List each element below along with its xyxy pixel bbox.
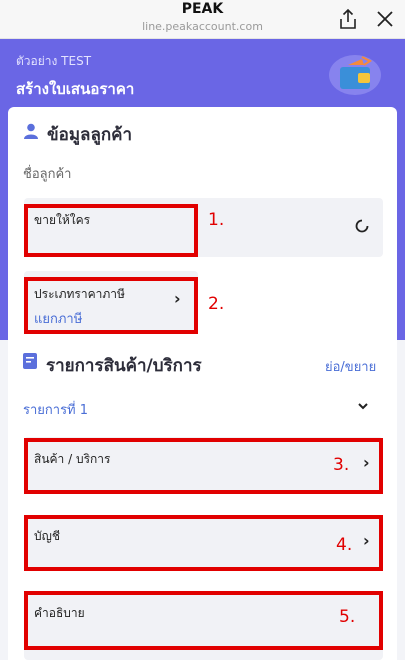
wallet-icon bbox=[329, 55, 381, 95]
product-field[interactable]: สินค้า / บริการ › bbox=[24, 437, 383, 493]
page-header: ตัวอย่าง TEST สร้างใบเสนอราคา bbox=[0, 39, 405, 107]
annotation-number-4: 4. bbox=[336, 535, 353, 555]
close-icon[interactable] bbox=[374, 8, 396, 30]
form-card: ข้อมูลลูกค้า ชื่อลูกค้า ขายให้ใคร ประเภท… bbox=[8, 107, 397, 660]
chevron-right-icon: › bbox=[363, 453, 370, 472]
annotation-number-2: 2. bbox=[208, 294, 225, 314]
annotation-number-5: 5. bbox=[339, 607, 356, 627]
account-label: บัญชี bbox=[34, 529, 60, 543]
item-1-label[interactable]: รายการที่ 1 bbox=[23, 399, 88, 420]
product-label: สินค้า / บริการ bbox=[34, 452, 111, 466]
description-field[interactable]: คำอธิบาย bbox=[24, 591, 383, 660]
chevron-down-icon[interactable] bbox=[358, 403, 368, 410]
items-section-title: รายการสินค้า/บริการ bbox=[46, 356, 202, 376]
page-title: สร้างใบเสนอราคา bbox=[16, 80, 135, 98]
share-icon[interactable] bbox=[338, 8, 358, 30]
customer-name-label: ชื่อลูกค้า bbox=[23, 167, 72, 182]
description-label: คำอธิบาย bbox=[34, 606, 85, 620]
customer-section-title: ข้อมูลลูกค้า bbox=[47, 125, 133, 145]
chevron-right-icon: › bbox=[174, 289, 181, 308]
sell-to-label: ขายให้ใคร bbox=[34, 213, 91, 227]
annotation-number-1: 1. bbox=[208, 210, 225, 230]
price-type-value: แยกภาษี bbox=[34, 312, 83, 327]
annotation-number-3: 3. bbox=[333, 455, 350, 475]
loading-spinner-icon bbox=[355, 219, 369, 233]
sell-to-field[interactable]: ขายให้ใคร bbox=[24, 198, 383, 257]
document-icon bbox=[23, 353, 37, 369]
company-name: ตัวอย่าง TEST bbox=[16, 54, 92, 68]
price-type-field[interactable]: ประเภทราคาภาษี แยกภาษี › bbox=[24, 271, 198, 333]
account-field[interactable]: บัญชี › bbox=[24, 515, 383, 571]
collapse-expand-link[interactable]: ย่อ/ขยาย bbox=[325, 356, 376, 377]
price-type-label: ประเภทราคาภาษี bbox=[34, 287, 125, 301]
user-icon bbox=[24, 123, 38, 139]
chevron-right-icon: › bbox=[363, 531, 370, 550]
app-top-bar: PEAK line.peakaccount.com bbox=[0, 0, 405, 39]
